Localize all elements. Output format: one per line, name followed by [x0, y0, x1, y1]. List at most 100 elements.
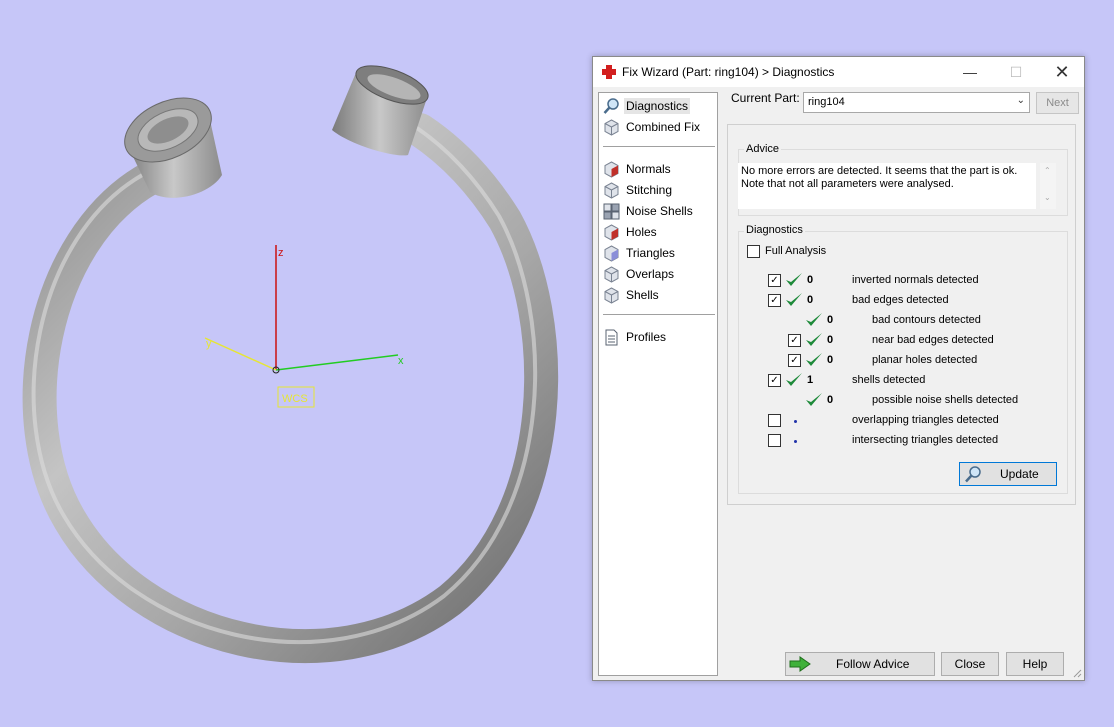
nav-item-combined-fix[interactable]: Combined Fix: [603, 117, 715, 137]
fix-wizard-dialog: Fix Wizard (Part: ring104) > Diagnostics…: [592, 56, 1085, 681]
red-cross-icon: [602, 65, 616, 79]
current-part-label: Current Part:: [731, 91, 800, 105]
magnifier-icon: [603, 97, 619, 114]
advice-scrollbar[interactable]: ⌃ ⌄: [1040, 163, 1056, 209]
nav-item-normals[interactable]: Normals: [603, 159, 715, 179]
bad-edges-checkbox[interactable]: ✓: [768, 294, 781, 307]
update-button[interactable]: Update: [959, 462, 1057, 486]
nav-label: Stitching: [626, 183, 673, 197]
nav-item-overlaps[interactable]: Overlaps: [603, 264, 715, 284]
magnifier-icon: [965, 466, 981, 483]
intersecting-triangles-label: intersecting triangles detected: [852, 434, 999, 446]
holes-cube-icon: [604, 223, 619, 241]
nav-label: Combined Fix: [626, 120, 701, 134]
nav-item-holes[interactable]: Holes: [603, 222, 715, 242]
nav-label: Diagnostics: [624, 98, 691, 114]
chevron-down-icon: ⌄: [1016, 95, 1025, 106]
cube-icon: [604, 118, 619, 136]
axis-triad: z x y WCS: [204, 245, 404, 408]
bad-contours-count: 0: [827, 314, 834, 326]
bad-edges-count: 0: [807, 294, 814, 306]
help-button[interactable]: Help: [1006, 652, 1064, 676]
green-check-icon: [806, 393, 822, 406]
shells-cube-icon: [604, 286, 619, 304]
wizard-nav: Diagnostics Combined Fix Normals Stitchi…: [598, 92, 718, 676]
shells-checkbox[interactable]: ✓: [768, 374, 781, 387]
advice-title: Advice: [744, 143, 782, 155]
noise-shells-icon: [603, 203, 620, 219]
stitching-cube-icon: [604, 181, 619, 199]
planar-holes-label: planar holes detected: [872, 354, 978, 366]
green-check-icon: [786, 293, 802, 306]
advice-text: No more errors are detected. It seems th…: [738, 163, 1036, 209]
bad-edges-label: bad edges detected: [852, 294, 949, 306]
near-bad-edges-count: 0: [827, 334, 834, 346]
full-analysis-label: Full Analysis: [765, 245, 827, 257]
shells-label: shells detected: [852, 374, 926, 386]
current-part-select[interactable]: ring104 ⌄: [803, 92, 1030, 113]
x-axis-label: x: [398, 355, 404, 367]
pending-dot-icon: [794, 440, 797, 443]
normals-cube-icon: [604, 160, 619, 178]
nav-divider: [603, 146, 715, 147]
wcs-label: WCS: [282, 393, 308, 405]
nav-item-triangles[interactable]: Triangles: [603, 243, 715, 263]
nav-label: Overlaps: [626, 267, 675, 281]
inverted-normals-checkbox[interactable]: ✓: [768, 274, 781, 287]
green-check-icon: [806, 313, 822, 326]
close-button[interactable]: Close: [941, 652, 999, 676]
advice-line: No more errors are detected. It seems th…: [741, 165, 1018, 177]
near-bad-edges-checkbox[interactable]: ✓: [788, 334, 801, 347]
overlapping-triangles-label: overlapping triangles detected: [852, 414, 999, 426]
bad-contours-label: bad contours detected: [872, 314, 981, 326]
diagnostics-title: Diagnostics: [744, 224, 805, 236]
close-window-button[interactable]: ✕: [1039, 57, 1085, 87]
green-check-icon: [786, 273, 802, 286]
noise-shells-label: possible noise shells detected: [872, 394, 1019, 406]
full-analysis-checkbox[interactable]: [747, 245, 760, 258]
nav-item-profiles[interactable]: Profiles: [603, 327, 715, 347]
ring-model[interactable]: [22, 58, 559, 664]
near-bad-edges-label: near bad edges detected: [872, 334, 994, 346]
y-axis: [204, 337, 277, 371]
diagnostics-panel: Advice No more errors are detected. It s…: [727, 124, 1076, 505]
overlapping-triangles-checkbox[interactable]: [768, 414, 781, 427]
shells-count: 1: [807, 374, 814, 386]
nav-label: Noise Shells: [626, 204, 693, 218]
maximize-button[interactable]: ☐: [993, 57, 1039, 87]
document-icon: [605, 329, 618, 345]
triangles-cube-icon: [604, 244, 619, 262]
nav-divider: [603, 314, 715, 315]
planar-holes-checkbox[interactable]: ✓: [788, 354, 801, 367]
follow-advice-button[interactable]: Follow Advice: [785, 652, 935, 676]
nav-label: Triangles: [626, 246, 675, 260]
scroll-up-icon[interactable]: ⌃: [1044, 166, 1051, 175]
nav-item-shells[interactable]: Shells: [603, 285, 715, 305]
overlaps-cube-icon: [604, 265, 619, 283]
nav-label: Shells: [626, 288, 659, 302]
pending-dot-icon: [794, 420, 797, 423]
inverted-normals-label: inverted normals detected: [852, 274, 979, 286]
green-check-icon: [806, 333, 822, 346]
noise-shells-count: 0: [827, 394, 834, 406]
title-bar[interactable]: Fix Wizard (Part: ring104) > Diagnostics…: [593, 57, 1084, 87]
green-check-icon: [786, 373, 802, 386]
nav-item-noise-shells[interactable]: Noise Shells: [603, 201, 715, 221]
z-axis-label: z: [278, 247, 284, 259]
window-title: Fix Wizard (Part: ring104) > Diagnostics: [622, 65, 835, 79]
scroll-down-icon[interactable]: ⌄: [1044, 193, 1051, 202]
nav-label: Holes: [626, 225, 657, 239]
next-button[interactable]: Next: [1036, 92, 1079, 114]
green-check-icon: [806, 353, 822, 366]
nav-item-diagnostics[interactable]: Diagnostics: [603, 96, 715, 116]
planar-holes-count: 0: [827, 354, 834, 366]
y-axis-label: y: [206, 338, 212, 350]
resize-grip-icon[interactable]: [1072, 668, 1082, 678]
inverted-normals-count: 0: [807, 274, 814, 286]
x-axis: [275, 354, 399, 371]
intersecting-triangles-checkbox[interactable]: [768, 434, 781, 447]
current-part-value: ring104: [808, 96, 845, 108]
advice-line: Note that not all parameters were analys…: [741, 178, 954, 190]
nav-item-stitching[interactable]: Stitching: [603, 180, 715, 200]
minimize-button[interactable]: —: [947, 57, 993, 87]
